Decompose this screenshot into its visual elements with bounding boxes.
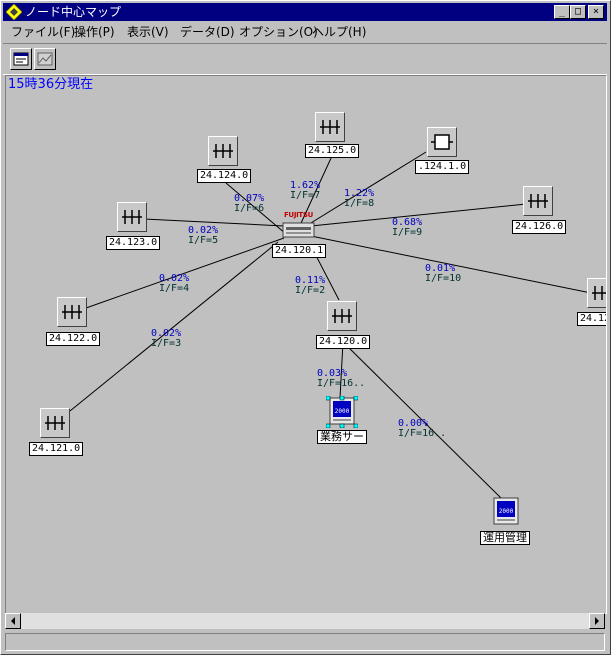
menu-data[interactable]: データ(D) bbox=[180, 24, 235, 40]
network-segment-icon bbox=[45, 416, 65, 430]
node-label-24-127-0[interactable]: 24.12 bbox=[577, 312, 606, 326]
node-24-124-0[interactable] bbox=[208, 136, 238, 166]
toolbar bbox=[3, 43, 607, 75]
link-iface-124: I/F=6 bbox=[234, 203, 265, 214]
server-badge: 2000 bbox=[334, 408, 350, 415]
link-iface-121: I/F=3 bbox=[151, 338, 182, 349]
network-segment-icon bbox=[213, 144, 233, 158]
maximize-button[interactable]: □ bbox=[570, 5, 586, 19]
toolbar-button-2[interactable] bbox=[34, 48, 56, 70]
node-24-127-0[interactable] bbox=[587, 278, 606, 308]
map-canvas[interactable]: 15時36分現在 FUJITSU 24.120.1 24.125.0 24.12… bbox=[5, 75, 607, 614]
node-label-24-121-0[interactable]: 24.121.0 bbox=[29, 442, 84, 456]
app-icon[interactable] bbox=[6, 4, 22, 20]
link-iface-srv2: I/F=16.. bbox=[398, 428, 447, 439]
app-window: ノード中心マップ _ □ × ファイル(F) 操作(P) 表示(V) データ(D… bbox=[0, 0, 611, 655]
center-router[interactable]: FUJITSU bbox=[282, 209, 315, 243]
node-24-125-0[interactable] bbox=[315, 112, 345, 142]
network-segment-icon bbox=[122, 210, 142, 224]
link-iface-124-1: I/F=8 bbox=[344, 198, 375, 209]
node-label-24-125-0[interactable]: 24.125.0 bbox=[305, 144, 360, 158]
arrow-left-icon bbox=[11, 617, 15, 625]
minimize-button[interactable]: _ bbox=[554, 5, 570, 19]
arrow-right-icon bbox=[595, 617, 599, 625]
vendor-logo: FUJITSU bbox=[283, 211, 314, 219]
link-iface-srv1: I/F=16.. bbox=[317, 378, 366, 389]
link-iface-126: I/F=9 bbox=[392, 227, 423, 238]
node-24-121-0[interactable] bbox=[40, 408, 70, 438]
scroll-left-button[interactable] bbox=[5, 613, 21, 629]
network-segment-icon bbox=[592, 286, 606, 300]
close-button[interactable]: × bbox=[588, 5, 604, 19]
center-node-label[interactable]: 24.120.1 bbox=[272, 244, 327, 258]
network-segment-icon bbox=[320, 120, 340, 134]
window-title: ノード中心マップ bbox=[25, 5, 122, 19]
link-iface-123: I/F=5 bbox=[188, 235, 219, 246]
menu-view[interactable]: 表示(V) bbox=[127, 24, 169, 40]
node-24-126-0[interactable] bbox=[523, 186, 553, 216]
toolbar-button-1[interactable] bbox=[10, 48, 32, 70]
node-label-24-123-0[interactable]: 24.123.0 bbox=[106, 236, 161, 250]
server-label-1[interactable]: 業務サー bbox=[317, 430, 367, 444]
node-label-124-1-0[interactable]: .124.1.0 bbox=[415, 160, 470, 174]
node-label-24-126-0[interactable]: 24.126.0 bbox=[512, 220, 567, 234]
node-label-24-124-0[interactable]: 24.124.0 bbox=[197, 169, 252, 183]
menu-options[interactable]: オプション(O) bbox=[239, 24, 318, 40]
status-bar bbox=[5, 633, 605, 651]
link-iface-125: I/F=7 bbox=[290, 190, 321, 201]
server-badge: 2000 bbox=[498, 508, 514, 515]
network-segment-icon bbox=[332, 309, 352, 323]
server-node-2[interactable]: 2000 bbox=[490, 496, 522, 528]
link-iface-122: I/F=4 bbox=[159, 283, 190, 294]
server-node-1[interactable]: 2000 bbox=[325, 395, 359, 429]
close-icon: × bbox=[592, 6, 600, 17]
scroll-right-button[interactable] bbox=[589, 613, 605, 629]
node-24-123-0[interactable] bbox=[117, 202, 147, 232]
horizontal-scrollbar[interactable] bbox=[5, 613, 605, 629]
node-24-122-0[interactable] bbox=[57, 297, 87, 327]
node-24-120-0[interactable] bbox=[327, 301, 357, 331]
menu-bar: ファイル(F) 操作(P) 表示(V) データ(D) オプション(O) ヘルプ(… bbox=[3, 22, 607, 41]
node-124-1-0[interactable] bbox=[427, 127, 457, 157]
link-line-121 bbox=[69, 241, 279, 412]
title-bar: ノード中心マップ _ □ × bbox=[3, 3, 607, 21]
window-list-icon bbox=[13, 52, 29, 66]
device-icon bbox=[431, 134, 453, 150]
node-label-24-122-0[interactable]: 24.122.0 bbox=[46, 332, 101, 346]
minimize-icon: _ bbox=[558, 6, 566, 17]
map-view-icon bbox=[37, 52, 53, 66]
server-label-2[interactable]: 運用管理 bbox=[480, 531, 530, 545]
network-segment-icon bbox=[62, 305, 82, 319]
network-segment-icon bbox=[528, 194, 548, 208]
node-label-24-120-0[interactable]: 24.120.0 bbox=[316, 335, 371, 349]
link-iface-120: I/F=2 bbox=[295, 285, 326, 296]
link-iface-127: I/F=10 bbox=[425, 273, 462, 284]
menu-help[interactable]: ヘルプ(H) bbox=[312, 24, 366, 40]
maximize-icon: □ bbox=[574, 6, 582, 17]
menu-operation[interactable]: 操作(P) bbox=[74, 24, 115, 40]
menu-file[interactable]: ファイル(F) bbox=[11, 24, 75, 40]
